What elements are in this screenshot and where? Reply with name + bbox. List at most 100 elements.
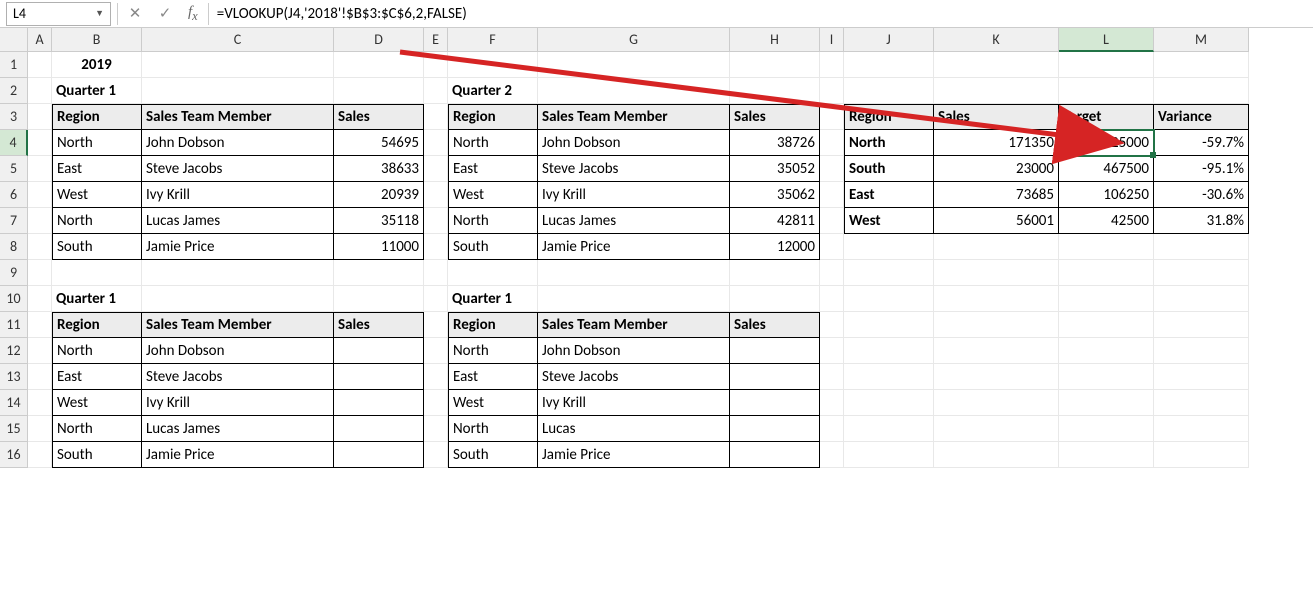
grid-cell[interactable] <box>934 234 1059 260</box>
grid-cell[interactable] <box>1059 312 1154 338</box>
grid-cell[interactable] <box>424 312 448 338</box>
table-cell[interactable]: 12000 <box>730 234 820 260</box>
grid-cell[interactable] <box>142 78 334 104</box>
col-header-G[interactable]: G <box>538 28 730 52</box>
grid-cell[interactable] <box>1154 78 1249 104</box>
grid-cell[interactable] <box>820 156 844 182</box>
row-header-2[interactable]: 2 <box>0 78 28 104</box>
grid-cell[interactable] <box>934 312 1059 338</box>
grid-cell[interactable] <box>820 338 844 364</box>
grid-cell[interactable] <box>844 52 934 78</box>
summary-header[interactable]: Variance <box>1154 104 1249 130</box>
table-header[interactable]: Sales Team Member <box>538 104 730 130</box>
grid-cell[interactable] <box>820 364 844 390</box>
row-header-7[interactable]: 7 <box>0 208 28 234</box>
table-cell[interactable]: Ivy Krill <box>538 390 730 416</box>
summary-variance[interactable]: -59.7% <box>1154 130 1249 156</box>
grid-cell[interactable] <box>538 260 730 286</box>
table-cell[interactable]: 54695 <box>334 130 424 156</box>
grid-cell[interactable] <box>820 234 844 260</box>
table-cell[interactable] <box>334 442 424 468</box>
table-cell[interactable]: John Dobson <box>538 130 730 156</box>
grid-cell[interactable] <box>730 78 820 104</box>
formula-input[interactable]: =VLOOKUP(J4,'2018'!$B$3:$C$6,2,FALSE) <box>211 5 1313 23</box>
grid-cell[interactable] <box>1059 390 1154 416</box>
grid-cell[interactable] <box>142 52 334 78</box>
grid-cell[interactable] <box>334 286 424 312</box>
table-cell[interactable]: Steve Jacobs <box>538 156 730 182</box>
table-cell[interactable]: North <box>52 416 142 442</box>
row-header-16[interactable]: 16 <box>0 442 28 468</box>
grid-cell[interactable] <box>844 234 934 260</box>
grid-cell[interactable] <box>730 52 820 78</box>
grid-cell[interactable] <box>844 442 934 468</box>
grid-cell[interactable] <box>1154 390 1249 416</box>
grid-cell[interactable] <box>424 234 448 260</box>
table-header[interactable]: Region <box>52 104 142 130</box>
row-header-9[interactable]: 9 <box>0 260 28 286</box>
grid-cell[interactable] <box>820 182 844 208</box>
summary-target[interactable]: 425000 <box>1059 130 1154 156</box>
table-cell[interactable] <box>730 364 820 390</box>
table-cell[interactable]: Jamie Price <box>142 442 334 468</box>
table-cell[interactable]: Steve Jacobs <box>538 364 730 390</box>
summary-variance[interactable]: -95.1% <box>1154 156 1249 182</box>
table-cell[interactable]: Jamie Price <box>538 442 730 468</box>
grid-cell[interactable] <box>820 52 844 78</box>
grid-cell[interactable] <box>934 442 1059 468</box>
grid-cell[interactable] <box>1154 52 1249 78</box>
summary-sales[interactable]: 23000 <box>934 156 1059 182</box>
table-cell[interactable]: Ivy Krill <box>538 182 730 208</box>
grid-cell[interactable] <box>1154 260 1249 286</box>
table-header[interactable]: Sales Team Member <box>142 312 334 338</box>
table-cell[interactable]: North <box>448 338 538 364</box>
table-cell[interactable]: 35052 <box>730 156 820 182</box>
grid-cell[interactable] <box>844 416 934 442</box>
grid-cell[interactable] <box>424 130 448 156</box>
grid-cell[interactable] <box>28 286 52 312</box>
grid-cell[interactable] <box>334 52 424 78</box>
table-cell[interactable]: North <box>52 130 142 156</box>
grid-cell[interactable] <box>844 364 934 390</box>
grid-cell[interactable] <box>844 260 934 286</box>
grid-cell[interactable] <box>424 208 448 234</box>
grid-cell[interactable] <box>424 416 448 442</box>
table-cell[interactable] <box>334 390 424 416</box>
grid-cell[interactable] <box>934 286 1059 312</box>
table-header[interactable]: Sales Team Member <box>142 104 334 130</box>
table-cell[interactable]: East <box>448 156 538 182</box>
row-header-15[interactable]: 15 <box>0 416 28 442</box>
row-header-14[interactable]: 14 <box>0 390 28 416</box>
table-cell[interactable]: East <box>448 364 538 390</box>
grid-cell[interactable] <box>28 260 52 286</box>
grid-cell[interactable] <box>142 260 334 286</box>
grid-cell[interactable] <box>424 286 448 312</box>
select-all-corner[interactable] <box>0 28 28 52</box>
table-cell[interactable]: Steve Jacobs <box>142 364 334 390</box>
quarter-title[interactable]: Quarter 1 <box>52 78 142 104</box>
cancel-icon[interactable]: ✕ <box>120 3 150 25</box>
summary-variance[interactable]: 31.8% <box>1154 208 1249 234</box>
grid-cell[interactable] <box>28 416 52 442</box>
grid-cell[interactable] <box>28 338 52 364</box>
grid-cell[interactable] <box>28 442 52 468</box>
grid-cell[interactable] <box>820 286 844 312</box>
grid-cell[interactable] <box>1059 338 1154 364</box>
table-cell[interactable]: West <box>52 390 142 416</box>
grid-cell[interactable] <box>934 416 1059 442</box>
grid-cell[interactable] <box>820 78 844 104</box>
summary-region[interactable]: North <box>844 130 934 156</box>
row-header-4[interactable]: 4 <box>0 130 28 156</box>
grid-cell[interactable] <box>820 390 844 416</box>
table-cell[interactable]: North <box>52 338 142 364</box>
table-cell[interactable]: North <box>448 416 538 442</box>
grid-cell[interactable] <box>424 52 448 78</box>
summary-header[interactable]: Region <box>844 104 934 130</box>
grid-cell[interactable] <box>1059 416 1154 442</box>
row-header-3[interactable]: 3 <box>0 104 28 130</box>
grid-cell[interactable] <box>538 52 730 78</box>
check-icon[interactable]: ✓ <box>150 3 180 25</box>
grid-cell[interactable] <box>334 78 424 104</box>
table-cell[interactable]: John Dobson <box>142 130 334 156</box>
table-cell[interactable] <box>730 442 820 468</box>
